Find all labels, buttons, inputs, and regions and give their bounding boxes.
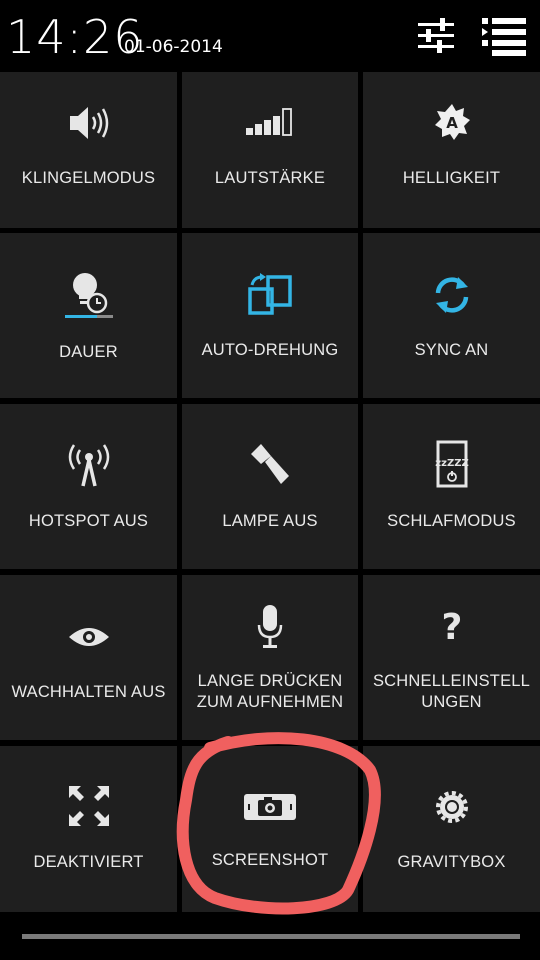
tile-label-line: ZUM AUFNEHMEN [196, 693, 344, 711]
tile-voice-record[interactable]: LANGE DRÜCKEN ZUM AUFNEHMEN [182, 575, 358, 740]
tile-label: LANGE DRÜCKEN ZUM AUFNEHMEN [182, 671, 358, 713]
tile-label: LAUTSTÄRKE [214, 169, 326, 187]
status-bar: 14:26 01-06-2014 [0, 0, 540, 72]
tile-label: HELLIGKEIT [402, 169, 501, 187]
tile-label: SCHLAFMODUS [387, 512, 516, 530]
flashlight-icon [251, 444, 289, 484]
tile-volume[interactable]: LAUTSTÄRKE [182, 72, 358, 228]
tile-hotspot[interactable]: HOTSPOT AUS [0, 404, 177, 569]
hotspot-icon [68, 444, 109, 487]
tile-flashlight[interactable]: LAMPE AUS [182, 404, 358, 569]
date: 01-06-2014 [124, 37, 223, 57]
tile-brightness[interactable]: A HELLIGKEIT [363, 72, 540, 228]
svg-text:?: ? [441, 607, 462, 645]
tile-label: WACHHALTEN AUS [11, 683, 166, 701]
tile-label: DAUER [59, 343, 118, 361]
speaker-icon [69, 107, 108, 139]
tile-label: SCREENSHOT [211, 851, 329, 869]
tile-label: AUTO-DREHUNG [201, 341, 339, 359]
tile-label: DEAKTIVIERT [33, 853, 144, 871]
svg-text:zzZZZ: zzZZZ [435, 458, 468, 469]
sleep-icon: zzZZZ [435, 440, 468, 488]
tile-screen-timeout[interactable]: DAUER [0, 233, 177, 398]
rotate-icon [248, 273, 292, 315]
tile-label: SYNC AN [414, 341, 489, 359]
tile-quick-settings[interactable]: ? SCHNELLEINSTELL UNGEN [363, 575, 540, 740]
svg-text:A: A [446, 114, 458, 132]
quick-settings-grid: KLINGELMODUS LAUTSTÄRKE A HELLIGKEIT DAU… [0, 72, 540, 912]
bottom-bar [0, 912, 540, 960]
tile-label-line: LANGE DRÜCKEN [197, 672, 343, 690]
tile-label: SCHNELLEINSTELL UNGEN [363, 671, 540, 713]
tile-label: HOTSPOT AUS [28, 512, 149, 530]
microphone-icon [257, 605, 283, 648]
gear-icon [435, 791, 468, 823]
tile-label: KLINGELMODUS [21, 169, 156, 187]
bulb-timer-icon [64, 273, 113, 318]
settings-sliders-icon[interactable] [414, 14, 458, 58]
tile-screenshot[interactable]: SCREENSHOT [182, 746, 358, 912]
tile-ringer-mode[interactable]: KLINGELMODUS [0, 72, 177, 228]
tile-label: GRAVITYBOX [397, 853, 506, 871]
clock: 14:26 [6, 10, 144, 64]
tile-label-line: SCHNELLEINSTELL [372, 672, 531, 690]
tile-keep-awake[interactable]: WACHHALTEN AUS [0, 575, 177, 740]
eye-icon [68, 628, 109, 646]
sync-icon [435, 277, 468, 313]
expand-arrows-icon [68, 786, 109, 826]
tile-label: LAMPE AUS [222, 512, 318, 530]
volume-bars-icon [246, 108, 292, 136]
tile-label-line: UNGEN [421, 693, 482, 711]
tile-sleep-mode[interactable]: zzZZZ SCHLAFMODUS [363, 404, 540, 569]
drag-handle[interactable] [22, 934, 520, 939]
question-icon: ? [441, 607, 462, 645]
tile-gravitybox[interactable]: GRAVITYBOX [363, 746, 540, 912]
camera-icon [244, 794, 296, 820]
brightness-auto-icon: A [434, 104, 470, 140]
tile-auto-rotate[interactable]: AUTO-DREHUNG [182, 233, 358, 398]
tile-sync[interactable]: SYNC AN [363, 233, 540, 398]
tile-expanded-desktop[interactable]: DEAKTIVIERT [0, 746, 177, 912]
notification-list-icon[interactable] [482, 14, 526, 58]
